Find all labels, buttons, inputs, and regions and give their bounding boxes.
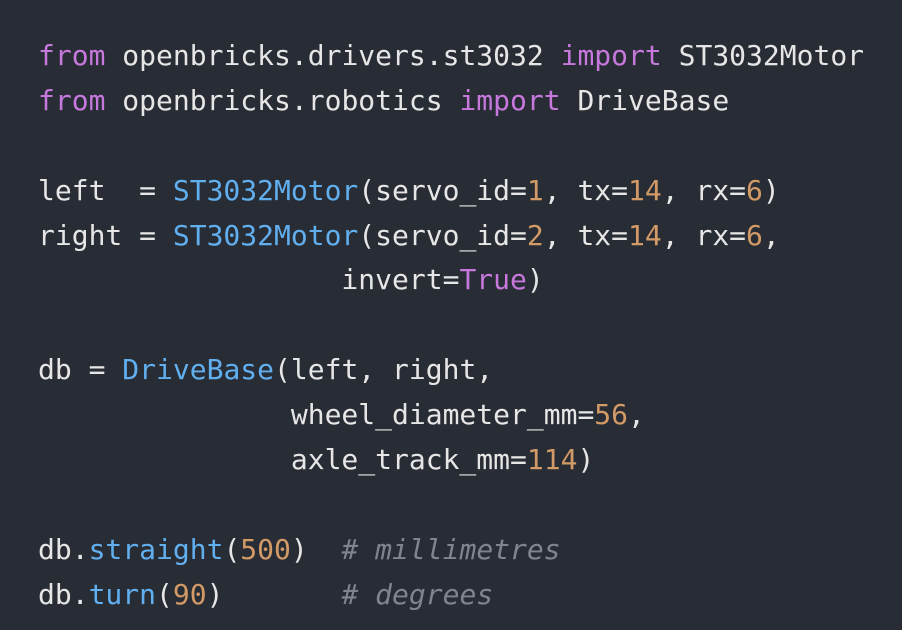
code-snippet-panel: from openbricks.drivers.st3032 import ST… bbox=[0, 0, 902, 630]
function-token: ST3032Motor bbox=[172, 218, 359, 252]
code-line: axle_track_mm=114) bbox=[38, 438, 864, 483]
code-token: (servo_id= bbox=[358, 173, 527, 207]
comment-token: # millimetres bbox=[341, 532, 561, 566]
code-line: db = DriveBase(left, right, bbox=[38, 348, 864, 393]
number-token: 114 bbox=[526, 443, 578, 477]
code-token: ( bbox=[223, 532, 241, 566]
code-line: ​ bbox=[38, 483, 864, 528]
function-token: ST3032Motor bbox=[172, 173, 359, 207]
code-token: , tx= bbox=[543, 218, 629, 252]
code-token: ) bbox=[290, 532, 342, 566]
code-line: ​ bbox=[38, 124, 864, 169]
code-line: db.straight(500) # millimetres bbox=[38, 528, 864, 573]
code-token: db. bbox=[38, 577, 89, 611]
code-token: db. bbox=[38, 532, 89, 566]
code-line: db.turn(90) # degrees bbox=[38, 573, 864, 618]
code-token: (left, right, bbox=[274, 353, 494, 387]
code-line: invert=True) bbox=[38, 258, 864, 303]
function-token: turn bbox=[88, 577, 157, 611]
number-token: 6 bbox=[746, 218, 763, 252]
code-line: from openbricks.drivers.st3032 import ST… bbox=[38, 34, 864, 79]
code-token: ( bbox=[156, 577, 173, 611]
keyword-token: import bbox=[459, 83, 561, 117]
function-token: straight bbox=[88, 532, 224, 566]
keyword-token: True bbox=[459, 263, 527, 297]
code-token: ) bbox=[762, 173, 780, 207]
code-token: wheel_diameter_mm= bbox=[38, 398, 595, 432]
code-token: db = bbox=[38, 353, 123, 387]
code-token: , rx= bbox=[661, 218, 747, 252]
code-token: , rx= bbox=[661, 173, 747, 207]
code-token: left = bbox=[38, 173, 173, 207]
code-token: invert= bbox=[38, 263, 460, 297]
keyword-token: from bbox=[38, 83, 106, 117]
number-token: 500 bbox=[240, 532, 291, 566]
code-line: wheel_diameter_mm=56, bbox=[38, 393, 864, 438]
code-token: , bbox=[628, 398, 645, 432]
code-token: openbricks.drivers.st3032 bbox=[105, 39, 561, 72]
code-token: axle_track_mm= bbox=[38, 443, 527, 477]
code-token: DriveBase bbox=[560, 83, 730, 117]
code-line: left = ST3032Motor(servo_id=1, tx=14, rx… bbox=[38, 169, 864, 214]
code-token: , bbox=[762, 218, 780, 252]
code-token: ) bbox=[526, 263, 544, 297]
number-token: 56 bbox=[594, 398, 629, 432]
number-token: 1 bbox=[526, 173, 544, 207]
number-token: 2 bbox=[526, 218, 544, 252]
code-token: (servo_id= bbox=[358, 218, 527, 252]
code-token: ST3032Motor bbox=[661, 39, 865, 72]
keyword-token: import bbox=[560, 39, 662, 72]
code-token: right = bbox=[38, 218, 173, 252]
code-token: ) bbox=[206, 577, 342, 611]
number-token: 14 bbox=[628, 218, 662, 252]
number-token: 90 bbox=[172, 577, 207, 611]
code-line: from openbricks.robotics import DriveBas… bbox=[38, 79, 864, 124]
code-line: right = ST3032Motor(servo_id=2, tx=14, r… bbox=[38, 214, 864, 259]
code-line: ​ bbox=[38, 303, 864, 348]
comment-token: # degrees bbox=[341, 577, 494, 611]
code-token: openbricks.robotics bbox=[105, 83, 460, 117]
number-token: 6 bbox=[746, 173, 763, 207]
code-block: from openbricks.drivers.st3032 import ST… bbox=[38, 34, 864, 618]
code-token: ) bbox=[577, 443, 595, 477]
code-token: , tx= bbox=[543, 173, 629, 207]
keyword-token: from bbox=[38, 39, 106, 72]
number-token: 14 bbox=[628, 173, 662, 207]
function-token: DriveBase bbox=[122, 353, 275, 387]
